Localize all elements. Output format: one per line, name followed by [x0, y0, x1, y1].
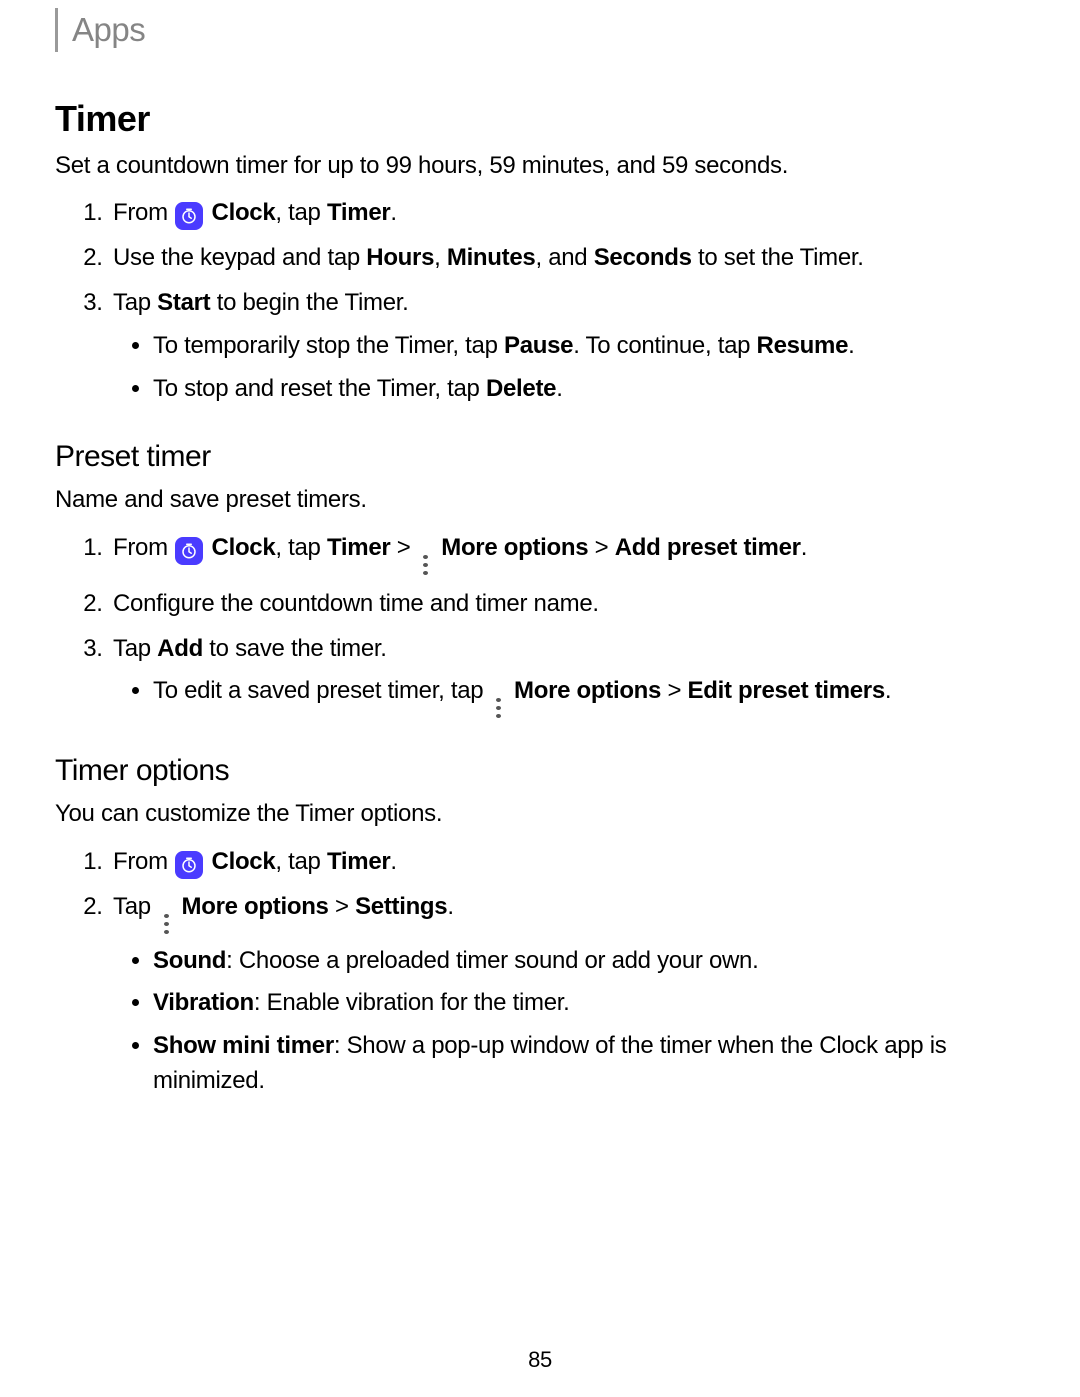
- label-clock: Clock: [212, 199, 276, 226]
- timer-step-1: From Clock, tap Timer.: [109, 196, 1025, 231]
- timer-intro: Set a countdown timer for up to 99 hours…: [55, 150, 1025, 182]
- step-text: ,: [434, 244, 447, 271]
- options-step-2-sub: Sound: Choose a preloaded timer sound or…: [113, 944, 1025, 1099]
- step-text: From: [113, 199, 174, 226]
- label-minutes: Minutes: [447, 244, 536, 271]
- clock-icon: [175, 202, 203, 230]
- step-text: , tap: [275, 534, 327, 561]
- label-settings: Settings: [355, 893, 447, 920]
- step-text: >: [329, 893, 355, 920]
- label-clock: Clock: [212, 848, 276, 875]
- sub-bullet: Vibration: Enable vibration for the time…: [153, 986, 1025, 1021]
- label-delete: Delete: [486, 375, 556, 402]
- step-text: Use the keypad and tap: [113, 244, 366, 271]
- page-number: 85: [0, 1347, 1080, 1373]
- options-steps: From Clock, tap Timer. Tap More options …: [55, 845, 1025, 1099]
- step-text: to save the timer.: [203, 635, 387, 662]
- clock-icon: [175, 537, 203, 565]
- label-timer: Timer: [327, 848, 390, 875]
- clock-icon: [175, 851, 203, 879]
- label-resume: Resume: [757, 332, 849, 359]
- preset-step-3-sub: To edit a saved preset timer, tap More o…: [113, 674, 1025, 720]
- label-add: Add: [157, 635, 203, 662]
- step-text: From: [113, 534, 174, 561]
- bullet-text: >: [661, 677, 687, 704]
- sub-bullet: To temporarily stop the Timer, tap Pause…: [153, 329, 1025, 364]
- sub-bullet: To edit a saved preset timer, tap More o…: [153, 674, 1025, 720]
- label-more-options: More options: [514, 677, 661, 704]
- step-text: >: [588, 534, 614, 561]
- label-pause: Pause: [504, 332, 573, 359]
- preset-heading: Preset timer: [55, 440, 1025, 474]
- options-step-1: From Clock, tap Timer.: [109, 845, 1025, 880]
- bullet-text: .: [556, 375, 562, 402]
- step-text: , tap: [275, 199, 327, 226]
- label-vibration: Vibration: [153, 989, 254, 1016]
- timer-step-3-sub: To temporarily stop the Timer, tap Pause…: [113, 329, 1025, 407]
- step-text: to begin the Timer.: [210, 289, 408, 316]
- bullet-text: .: [848, 332, 854, 359]
- timer-step-3: Tap Start to begin the Timer. To tempora…: [109, 286, 1025, 406]
- preset-intro: Name and save preset timers.: [55, 484, 1025, 516]
- bullet-text: : Choose a preloaded timer sound or add …: [226, 947, 758, 974]
- preset-step-3: Tap Add to save the timer. To edit a sav…: [109, 632, 1025, 721]
- label-add-preset: Add preset timer: [615, 534, 801, 561]
- breadcrumb: Apps: [55, 0, 1025, 60]
- label-sound: Sound: [153, 947, 226, 974]
- step-text: , and: [535, 244, 593, 271]
- preset-steps: From Clock, tap Timer > More options > A…: [55, 531, 1025, 721]
- preset-step-1: From Clock, tap Timer > More options > A…: [109, 531, 1025, 577]
- options-intro: You can customize the Timer options.: [55, 798, 1025, 830]
- label-start: Start: [157, 289, 210, 316]
- more-options-icon: [419, 553, 433, 577]
- bullet-text: To temporarily stop the Timer, tap: [153, 332, 504, 359]
- label-more-options: More options: [441, 534, 588, 561]
- label-clock: Clock: [212, 534, 276, 561]
- step-text: to set the Timer.: [692, 244, 864, 271]
- timer-heading: Timer: [55, 98, 1025, 140]
- label-mini-timer: Show mini timer: [153, 1032, 334, 1059]
- bullet-text: To edit a saved preset timer, tap: [153, 677, 490, 704]
- step-text: .: [390, 848, 396, 875]
- sub-bullet: Show mini timer: Show a pop-up window of…: [153, 1029, 1025, 1099]
- timer-steps: From Clock, tap Timer. Use the keypad an…: [55, 196, 1025, 406]
- timer-step-2: Use the keypad and tap Hours, Minutes, a…: [109, 241, 1025, 276]
- breadcrumb-bar: [55, 8, 58, 52]
- step-text: Tap: [113, 893, 157, 920]
- step-text: Tap: [113, 635, 157, 662]
- label-hours: Hours: [366, 244, 434, 271]
- label-edit-preset: Edit preset timers: [688, 677, 885, 704]
- label-more-options: More options: [182, 893, 329, 920]
- preset-step-2: Configure the countdown time and timer n…: [109, 587, 1025, 622]
- step-text: From: [113, 848, 174, 875]
- options-step-2: Tap More options > Settings. Sound: Choo…: [109, 890, 1025, 1099]
- step-text: .: [390, 199, 396, 226]
- step-text: Tap: [113, 289, 157, 316]
- step-text: .: [801, 534, 807, 561]
- bullet-text: To stop and reset the Timer, tap: [153, 375, 486, 402]
- sub-bullet: To stop and reset the Timer, tap Delete.: [153, 372, 1025, 407]
- label-timer: Timer: [327, 534, 390, 561]
- breadcrumb-text: Apps: [72, 11, 145, 49]
- bullet-text: .: [885, 677, 891, 704]
- more-options-icon: [492, 696, 506, 720]
- more-options-icon: [159, 912, 173, 936]
- step-text: >: [390, 534, 416, 561]
- sub-bullet: Sound: Choose a preloaded timer sound or…: [153, 944, 1025, 979]
- label-timer: Timer: [327, 199, 390, 226]
- options-heading: Timer options: [55, 754, 1025, 788]
- bullet-text: . To continue, tap: [573, 332, 756, 359]
- bullet-text: : Enable vibration for the timer.: [254, 989, 570, 1016]
- label-seconds: Seconds: [594, 244, 692, 271]
- step-text: , tap: [275, 848, 327, 875]
- step-text: .: [447, 893, 453, 920]
- document-page: Apps Timer Set a countdown timer for up …: [0, 0, 1080, 1397]
